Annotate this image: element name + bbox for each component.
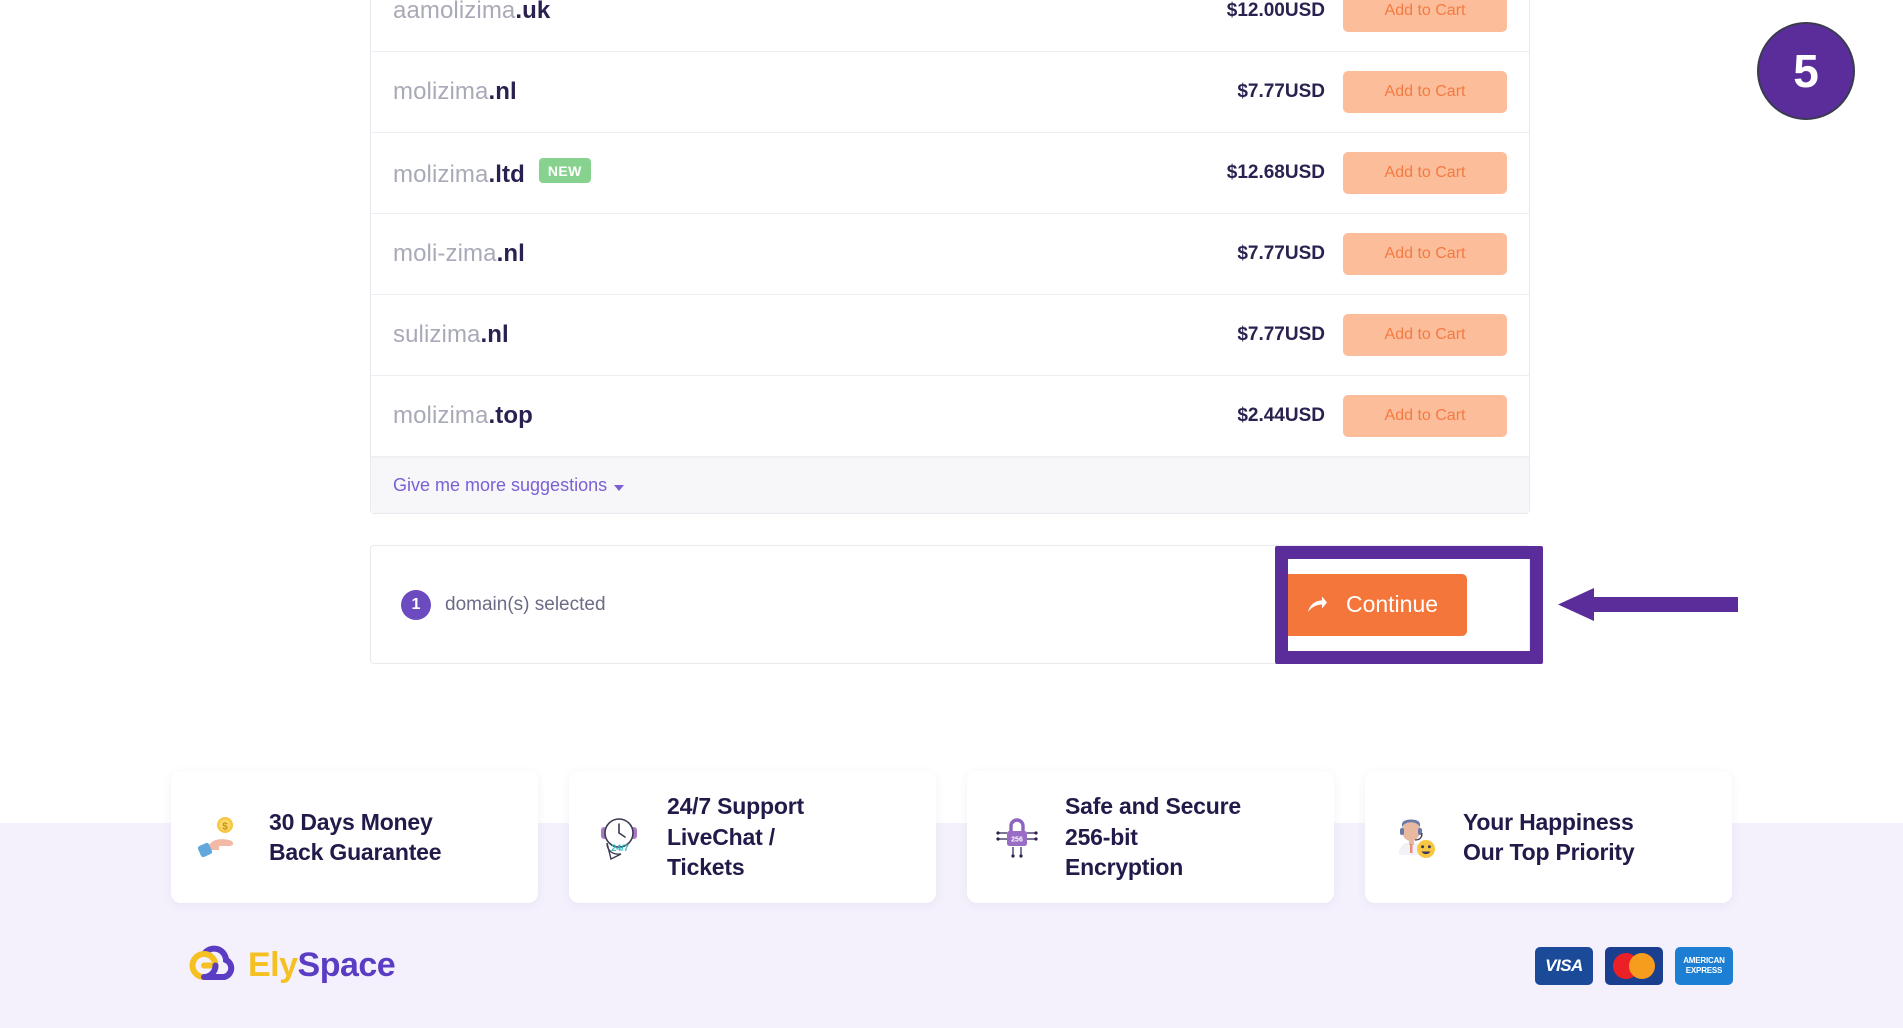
domain-tld: .uk xyxy=(515,0,551,24)
feature-card-money-back: $ 30 Days Money Back Guarantee xyxy=(171,771,538,903)
svg-text:24/7: 24/7 xyxy=(611,843,629,853)
domain-price: $2.44USD xyxy=(1237,405,1325,426)
domain-name: sulizima.nl xyxy=(393,321,1133,349)
new-badge: NEW xyxy=(538,157,591,183)
add-to-cart-button[interactable]: Add to Cart xyxy=(1343,233,1507,275)
table-row[interactable]: aamolizima.uk $12.00USD Add to Cart xyxy=(371,0,1529,52)
feature-line-2: Our Top Priority xyxy=(1463,839,1635,865)
feature-card-happiness: Your Happiness Our Top Priority xyxy=(1365,771,1732,903)
feature-line-1: 30 Days Money xyxy=(269,808,433,835)
feature-line-1: Your Happiness xyxy=(1463,808,1634,835)
feature-label: Safe and Secure 256-bit Encryption xyxy=(1065,791,1241,882)
domain-price: $7.77USD xyxy=(1237,243,1325,264)
svg-text:256: 256 xyxy=(1011,837,1023,844)
domain-name: molizima.top xyxy=(393,402,1133,430)
amex-icon: AMERICAN EXPRESS xyxy=(1675,946,1733,985)
annotation-arrow-icon xyxy=(1558,588,1738,621)
elyspace-logo[interactable]: ElySpace xyxy=(170,942,396,990)
give-more-suggestions-link[interactable]: Give me more suggestions xyxy=(393,475,625,496)
table-row[interactable]: moli-zima.nl $7.77USD Add to Cart xyxy=(371,214,1529,295)
add-to-cart-button[interactable]: Add to Cart xyxy=(1343,395,1507,437)
mastercard-orange-circle xyxy=(1629,952,1655,979)
logo-text-ely: Ely xyxy=(248,946,298,984)
add-to-cart-button[interactable]: Add to Cart xyxy=(1343,71,1507,113)
step-number-badge: 5 xyxy=(1757,22,1855,120)
feature-line-2: 256-bit xyxy=(1065,823,1138,850)
domain-sld: molizima xyxy=(393,402,489,429)
arrow-forward-icon xyxy=(1307,596,1327,612)
feature-line-3: Encryption xyxy=(1065,854,1184,881)
add-to-cart-button[interactable]: Add to Cart xyxy=(1343,314,1507,356)
footer-bottom-bar: ElySpace VISA AMERICAN EXPRESS xyxy=(0,903,1903,1028)
feature-line-2: LiveChat / xyxy=(667,823,775,850)
visa-label: VISA xyxy=(1545,955,1583,975)
mastercard-icon xyxy=(1605,946,1663,985)
selected-count-label: domain(s) selected xyxy=(445,593,606,615)
chevron-down-icon xyxy=(614,485,625,491)
domain-name: molizima.ltd NEW xyxy=(393,157,1133,189)
domain-sld: moli-zima xyxy=(393,240,497,267)
add-to-cart-button[interactable]: Add to Cart xyxy=(1343,152,1507,194)
domain-name: aamolizima.uk xyxy=(393,0,1133,25)
selected-count-badge: 1 xyxy=(401,589,431,620)
mastercard-circles xyxy=(1613,952,1655,979)
selection-summary-bar: 1 domain(s) selected Continue xyxy=(370,545,1530,664)
feature-card-list: $ 30 Days Money Back Guarantee 24/7 24/7… xyxy=(0,771,1903,903)
visa-icon: VISA xyxy=(1535,946,1593,985)
feature-label: 24/7 Support LiveChat / Tickets xyxy=(667,791,804,882)
domain-price: $7.77USD xyxy=(1237,81,1325,102)
domain-tld: .nl xyxy=(488,78,517,105)
continue-label: Continue xyxy=(1345,591,1439,617)
money-hand-icon: $ xyxy=(193,809,249,865)
domain-name: molizima.nl xyxy=(393,78,1133,106)
feature-card-encryption: 256 Safe and Secure 256-bit Encryption xyxy=(967,771,1334,903)
lock-chip-icon: 256 xyxy=(989,809,1045,865)
feature-card-support: 24/7 24/7 Support LiveChat / Tickets xyxy=(569,771,936,903)
feature-label: Your Happiness Our Top Priority xyxy=(1463,807,1635,868)
table-row[interactable]: molizima.nl $7.77USD Add to Cart xyxy=(371,52,1529,133)
give-more-suggestions-label: Give me more suggestions xyxy=(393,475,608,495)
amex-label: AMERICAN EXPRESS xyxy=(1683,956,1725,974)
domain-sld: molizima xyxy=(393,160,489,188)
table-row[interactable]: molizima.ltd NEW $12.68USD Add to Cart xyxy=(371,133,1529,214)
logo-text-space: Space xyxy=(297,946,396,984)
page-root: aamolizima.uk $12.00USD Add to Cart moli… xyxy=(0,0,1903,1028)
domain-tld: .nl xyxy=(480,321,509,348)
amex-line-2: EXPRESS xyxy=(1685,965,1723,975)
domain-price: $12.00USD xyxy=(1226,0,1325,21)
continue-button[interactable]: Continue xyxy=(1277,573,1467,636)
clock-support-icon: 24/7 xyxy=(591,809,647,865)
agent-smile-icon xyxy=(1387,809,1443,865)
add-to-cart-button[interactable]: Add to Cart xyxy=(1343,0,1507,32)
payment-methods: VISA AMERICAN EXPRESS xyxy=(1535,946,1733,985)
more-suggestions-strip: Give me more suggestions xyxy=(371,457,1529,513)
feature-line-2: Back Guarantee xyxy=(269,839,442,865)
domain-tld: .nl xyxy=(496,240,525,267)
domain-sld: sulizima xyxy=(393,321,481,348)
domain-price: $12.68USD xyxy=(1226,162,1325,183)
amex-line-1: AMERICAN xyxy=(1683,956,1725,966)
logo-text: ElySpace xyxy=(248,946,396,985)
domain-suggestion-list: aamolizima.uk $12.00USD Add to Cart moli… xyxy=(370,0,1530,514)
domain-sld: aamolizima xyxy=(393,0,516,24)
feature-line-3: Tickets xyxy=(667,854,745,881)
feature-label: 30 Days Money Back Guarantee xyxy=(269,807,442,868)
feature-line-1: Safe and Secure xyxy=(1065,793,1241,820)
domain-name: moli-zima.nl xyxy=(393,240,1133,268)
domain-tld: .top xyxy=(488,402,533,429)
cloud-e-logo-icon xyxy=(189,945,235,980)
svg-text:$: $ xyxy=(222,822,228,833)
table-row[interactable]: sulizima.nl $7.77USD Add to Cart xyxy=(371,295,1529,376)
feature-line-1: 24/7 Support xyxy=(667,793,804,820)
domain-tld: .ltd xyxy=(488,160,525,188)
domain-price: $7.77USD xyxy=(1237,324,1325,345)
table-row[interactable]: molizima.top $2.44USD Add to Cart xyxy=(371,376,1529,457)
domain-sld: molizima xyxy=(393,78,489,105)
